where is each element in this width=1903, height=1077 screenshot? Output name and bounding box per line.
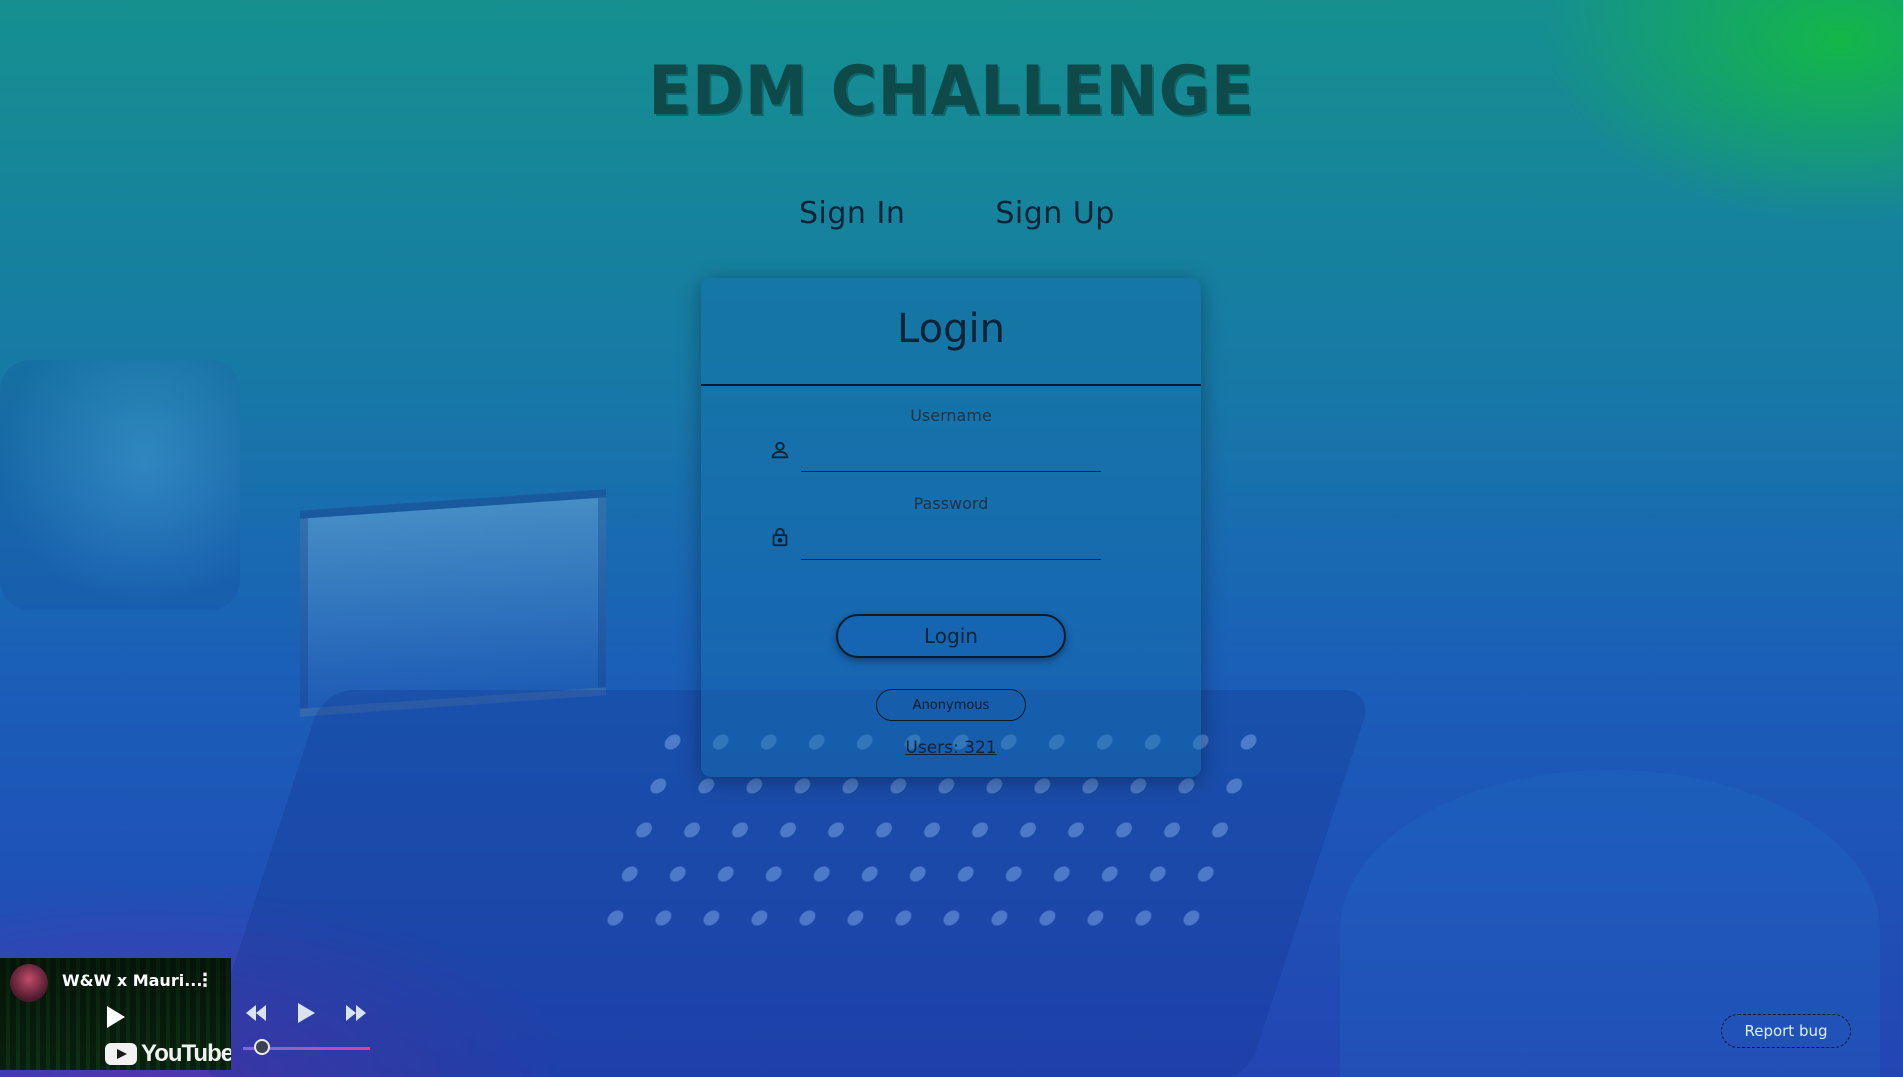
thumbnail-play-icon[interactable] (107, 1006, 125, 1028)
youtube-wordmark: YouTube (141, 1040, 231, 1067)
video-title: W&W x Mauri... (62, 971, 202, 990)
page-background: EDM CHALLENGE Sign In Sign Up Login User… (0, 0, 1903, 1077)
users-count: Users: 321 (905, 738, 997, 758)
rewind-icon[interactable] (244, 1003, 268, 1027)
background-speaker (0, 360, 240, 610)
progress-knob[interactable] (254, 1039, 271, 1055)
tab-sign-up[interactable]: Sign Up (995, 196, 1114, 231)
username-label: Username (910, 406, 992, 425)
background-laptop (300, 489, 606, 717)
anonymous-button[interactable]: Anonymous (876, 689, 1026, 721)
login-heading: Login (897, 306, 1005, 352)
youtube-logo: YouTube (105, 1040, 231, 1068)
channel-avatar (10, 964, 48, 1002)
play-icon[interactable] (296, 1002, 316, 1028)
login-button[interactable]: Login (836, 614, 1066, 658)
report-bug-button[interactable]: Report bug (1721, 1014, 1851, 1048)
username-input[interactable] (801, 438, 1101, 472)
app-title: EDM CHALLENGE (648, 52, 1255, 131)
login-card: Login Username Password Login Anonymous … (701, 278, 1201, 777)
user-icon (769, 439, 791, 461)
tab-sign-in[interactable]: Sign In (799, 196, 905, 231)
password-input[interactable] (801, 526, 1101, 560)
more-vert-icon[interactable]: ⋮ (196, 970, 214, 991)
youtube-icon (105, 1043, 137, 1065)
fast-forward-icon[interactable] (344, 1003, 368, 1027)
lock-icon (769, 526, 791, 548)
card-divider (701, 384, 1201, 386)
video-thumbnail[interactable]: W&W x Mauri... ⋮ YouTube (0, 958, 231, 1070)
auth-tabs: Sign In Sign Up (799, 196, 1115, 231)
password-label: Password (913, 494, 989, 513)
